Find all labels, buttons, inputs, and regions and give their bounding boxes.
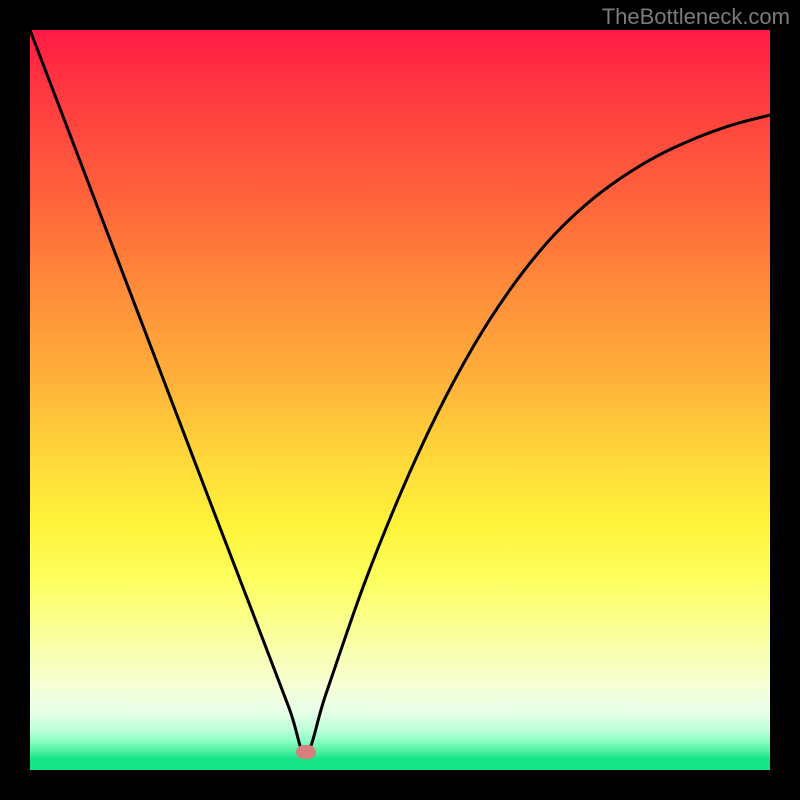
- min-point-marker: [296, 745, 316, 759]
- plot-area: [30, 30, 770, 770]
- curve-path: [30, 30, 770, 753]
- watermark-text: TheBottleneck.com: [602, 4, 790, 30]
- chart-frame: TheBottleneck.com: [0, 0, 800, 800]
- bottleneck-curve: [30, 30, 770, 770]
